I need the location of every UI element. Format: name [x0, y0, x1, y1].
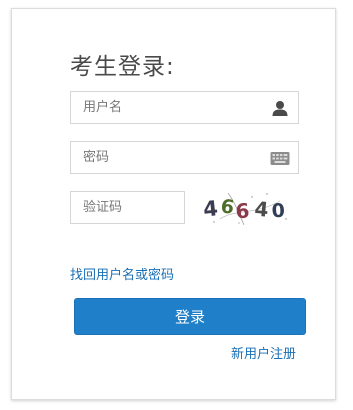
captcha-char: 6 [235, 198, 251, 223]
username-field[interactable] [70, 91, 299, 124]
login-panel: 考生登录: 用户名 验证码 4 6 6 4 0 找回用户名或密码 登录 新用户注… [11, 8, 336, 400]
login-button[interactable]: 登录 [74, 298, 306, 335]
username-input[interactable] [71, 92, 298, 123]
captcha-char: 0 [271, 200, 285, 223]
password-input[interactable] [71, 142, 298, 173]
page-title: 考生登录: [70, 54, 175, 80]
captcha-field[interactable] [70, 191, 185, 224]
captcha-char: 4 [202, 196, 219, 221]
captcha-char: 6 [219, 195, 235, 219]
user-icon [271, 99, 289, 117]
captcha-char: 4 [254, 197, 270, 222]
forgot-credentials-link[interactable]: 找回用户名或密码 [70, 264, 174, 283]
captcha-input[interactable] [71, 192, 184, 223]
password-field[interactable] [70, 141, 299, 174]
keyboard-icon[interactable] [270, 149, 290, 167]
captcha-image[interactable]: 46640 [200, 189, 296, 227]
register-link[interactable]: 新用户注册 [231, 343, 296, 362]
